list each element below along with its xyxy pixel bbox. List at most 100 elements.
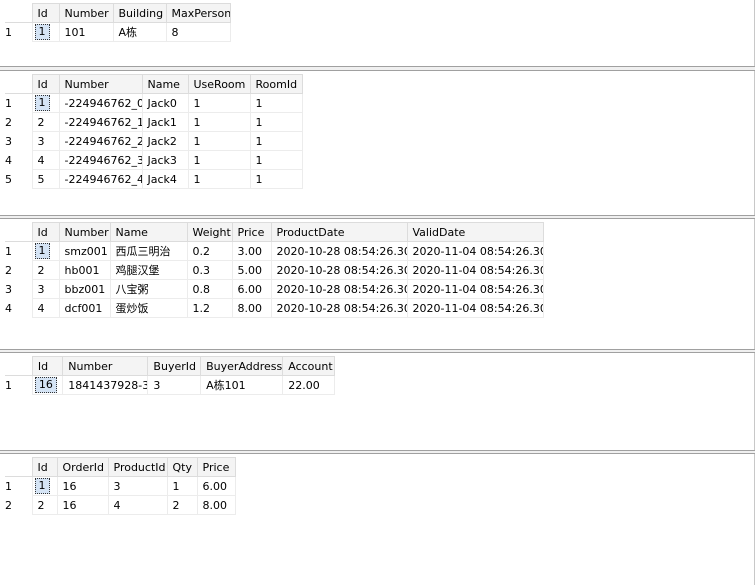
- cell-id[interactable]: 2: [31, 112, 60, 132]
- column-header-id[interactable]: Id: [31, 3, 60, 23]
- cell-building[interactable]: A栋: [112, 22, 167, 42]
- cell-orderid[interactable]: 16: [56, 495, 109, 515]
- table-row[interactable]: 1 1 16 3 1 6.00: [5, 476, 236, 496]
- column-header-number[interactable]: Number: [58, 222, 111, 242]
- column-header-building[interactable]: Building: [112, 3, 167, 23]
- cell-qty[interactable]: 1: [166, 476, 198, 496]
- cell-price[interactable]: 5.00: [231, 260, 272, 280]
- cell-validdate[interactable]: 2020-11-04 08:54:26.303: [406, 279, 544, 299]
- cell-number[interactable]: 1841437928-3: [62, 375, 149, 395]
- column-header-id[interactable]: Id: [31, 356, 64, 376]
- selected-cell[interactable]: 16: [31, 375, 64, 395]
- row-number[interactable]: 1: [5, 242, 32, 261]
- cell-name[interactable]: 西瓜三明治: [109, 241, 188, 261]
- cell-buyeraddress[interactable]: A栋101: [200, 375, 284, 395]
- cell-id[interactable]: 2: [31, 495, 58, 515]
- cell-validdate[interactable]: 2020-11-04 08:54:26.303: [406, 260, 544, 280]
- table-row[interactable]: 3 3 -224946762_2 Jack2 1 1: [5, 131, 303, 151]
- cell-productdate[interactable]: 2020-10-28 08:54:26.303: [270, 279, 408, 299]
- cell-productdate[interactable]: 2020-10-28 08:54:26.303: [270, 260, 408, 280]
- table-row[interactable]: 4 4 -224946762_3 Jack3 1 1: [5, 150, 303, 170]
- cell-productid[interactable]: 3: [107, 476, 168, 496]
- cell-weight[interactable]: 0.8: [186, 279, 233, 299]
- column-header-number[interactable]: Number: [62, 356, 149, 376]
- table-row[interactable]: 2 2 -224946762_1 Jack1 1 1: [5, 112, 303, 132]
- row-number[interactable]: 2: [5, 261, 32, 280]
- cell-account[interactable]: 22.00: [282, 375, 335, 395]
- column-header-buyerid[interactable]: BuyerId: [147, 356, 202, 376]
- row-number[interactable]: 3: [5, 132, 32, 151]
- column-header-price[interactable]: Price: [196, 457, 236, 477]
- row-number[interactable]: 1: [5, 376, 32, 395]
- cell-price[interactable]: 8.00: [231, 298, 272, 318]
- table-row[interactable]: 4 4 dcf001 蛋炒饭 1.2 8.00 2020-10-28 08:54:26.30…: [5, 298, 544, 318]
- column-header-buyeraddress[interactable]: BuyerAddress: [200, 356, 284, 376]
- row-number[interactable]: 1: [5, 477, 32, 496]
- cell-roomid[interactable]: 1: [249, 150, 303, 170]
- results-grid-order-items[interactable]: Id OrderId ProductId Qty Price 1 1 16 3 1 6.00 2 2 1…: [5, 457, 236, 515]
- cell-productid[interactable]: 4: [107, 495, 168, 515]
- cell-useroom[interactable]: 1: [187, 93, 251, 113]
- column-header-productid[interactable]: ProductId: [107, 457, 168, 477]
- table-row[interactable]: 3 3 bbz001 八宝粥 0.8 6.00 2020-10-28 08:54:26.30…: [5, 279, 544, 299]
- results-grid-orders[interactable]: Id Number BuyerId BuyerAddress Account 1 16 18…: [5, 356, 335, 395]
- row-number[interactable]: 4: [5, 151, 32, 170]
- row-number[interactable]: 2: [5, 113, 32, 132]
- cell-number[interactable]: smz001: [58, 241, 111, 261]
- row-header-corner[interactable]: [5, 222, 33, 242]
- row-header-corner[interactable]: [5, 74, 33, 94]
- cell-number[interactable]: hb001: [58, 260, 111, 280]
- cell-validdate[interactable]: 2020-11-04 08:54:26.303: [406, 241, 544, 261]
- cell-name[interactable]: Jack4: [141, 169, 189, 189]
- cell-roomid[interactable]: 1: [249, 169, 303, 189]
- row-number[interactable]: 1: [5, 23, 32, 42]
- row-number[interactable]: 1: [5, 94, 32, 113]
- column-header-account[interactable]: Account: [282, 356, 335, 376]
- selected-cell[interactable]: 1: [31, 476, 58, 496]
- cell-number[interactable]: 101: [58, 22, 114, 42]
- cell-buyerid[interactable]: 3: [147, 375, 202, 395]
- column-header-name[interactable]: Name: [109, 222, 188, 242]
- row-header-corner[interactable]: [5, 3, 33, 23]
- cell-price[interactable]: 6.00: [196, 476, 236, 496]
- column-header-maxperson[interactable]: MaxPerson: [165, 3, 231, 23]
- cell-roomid[interactable]: 1: [249, 131, 303, 151]
- column-header-number[interactable]: Number: [58, 3, 114, 23]
- cell-id[interactable]: 2: [31, 260, 60, 280]
- selected-cell[interactable]: 1: [31, 93, 60, 113]
- column-header-id[interactable]: Id: [31, 222, 60, 242]
- cell-id[interactable]: 4: [31, 150, 60, 170]
- row-header-corner[interactable]: [5, 457, 33, 477]
- cell-productdate[interactable]: 2020-10-28 08:54:26.303: [270, 298, 408, 318]
- cell-id[interactable]: 4: [31, 298, 60, 318]
- cell-name[interactable]: 蛋炒饭: [109, 298, 188, 318]
- column-header-price[interactable]: Price: [231, 222, 272, 242]
- column-header-name[interactable]: Name: [141, 74, 189, 94]
- cell-useroom[interactable]: 1: [187, 131, 251, 151]
- cell-id[interactable]: 5: [31, 169, 60, 189]
- column-header-number[interactable]: Number: [58, 74, 143, 94]
- cell-number[interactable]: bbz001: [58, 279, 111, 299]
- column-header-useroom[interactable]: UseRoom: [187, 74, 251, 94]
- table-row[interactable]: 1 16 1841437928-3 3 A栋101 22.00: [5, 375, 335, 395]
- cell-weight[interactable]: 0.2: [186, 241, 233, 261]
- cell-roomid[interactable]: 1: [249, 112, 303, 132]
- cell-id[interactable]: 3: [31, 279, 60, 299]
- cell-number[interactable]: -224946762_3: [58, 150, 143, 170]
- cell-roomid[interactable]: 1: [249, 93, 303, 113]
- table-row[interactable]: 1 1 smz001 西瓜三明治 0.2 3.00 2020-10-28 08:54:26.…: [5, 241, 544, 261]
- cell-productdate[interactable]: 2020-10-28 08:54:26.303: [270, 241, 408, 261]
- table-row[interactable]: 2 2 16 4 2 8.00: [5, 495, 236, 515]
- cell-name[interactable]: Jack2: [141, 131, 189, 151]
- cell-weight[interactable]: 1.2: [186, 298, 233, 318]
- results-grid-products[interactable]: Id Number Name Weight Price ProductDate ValidD…: [5, 222, 544, 318]
- cell-name[interactable]: 八宝粥: [109, 279, 188, 299]
- row-number[interactable]: 5: [5, 170, 32, 189]
- cell-validdate[interactable]: 2020-11-04 08:54:26.303: [406, 298, 544, 318]
- column-header-orderid[interactable]: OrderId: [56, 457, 109, 477]
- row-number[interactable]: 4: [5, 299, 32, 318]
- column-header-qty[interactable]: Qty: [166, 457, 198, 477]
- column-header-validdate[interactable]: ValidDate: [406, 222, 544, 242]
- cell-name[interactable]: 鸡腿汉堡: [109, 260, 188, 280]
- table-row[interactable]: 1 1 101 A栋 8: [5, 22, 231, 42]
